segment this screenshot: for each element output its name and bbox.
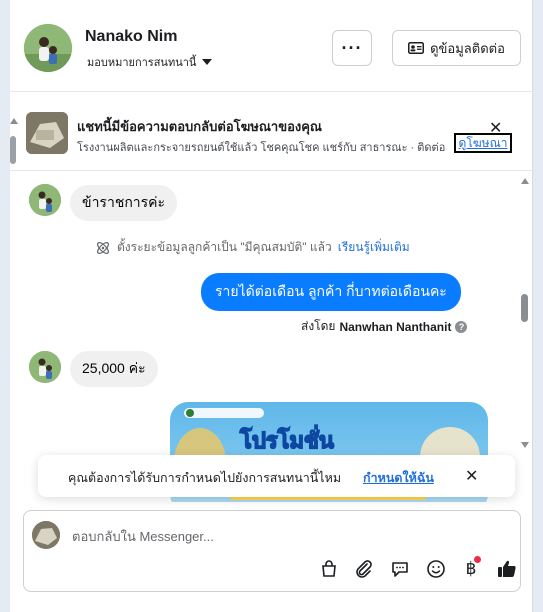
ad-banner-subtitle: โรงงานผลิตและกระจายรถยนต์ใช้แล้ว โชคคุณโ… xyxy=(77,142,446,154)
message-composer: ฿ xyxy=(23,510,521,592)
page-avatar xyxy=(32,521,60,549)
conversation-panel: Nanako Nim มอบหมายการสนทนานี้ ··· ดูข้อม… xyxy=(10,0,533,612)
scroll-down-arrow-icon[interactable] xyxy=(521,442,529,448)
system-note-text: ตั้งระยะข้อมูลลูกค้าเป็น "มีคุณสมบัติ" แ… xyxy=(117,240,332,254)
promo-text: โปรโมชั่น xyxy=(239,424,334,453)
message-text: รายได้ต่อเดือน ลูกค้า กี่บาทต่อเดือนคะ xyxy=(215,283,447,299)
message-scrollbar[interactable] xyxy=(518,172,532,452)
view-ad-link[interactable]: ดูโฆษณา xyxy=(454,133,512,153)
emoji-icon[interactable] xyxy=(424,557,448,581)
scrollbar-thumb[interactable] xyxy=(10,136,16,164)
message-bubble-outgoing[interactable]: รายได้ต่อเดือน ลูกค้า กี่บาทต่อเดือนคะ xyxy=(201,273,461,311)
message-text: 25,000 ค่ะ xyxy=(82,360,146,376)
notification-dot xyxy=(474,556,481,563)
reply-input[interactable] xyxy=(72,525,472,547)
more-options-button[interactable]: ··· xyxy=(332,30,372,66)
customer-avatar[interactable] xyxy=(29,351,61,383)
saved-reply-icon[interactable] xyxy=(388,557,412,581)
contact-card-icon xyxy=(408,42,425,54)
message-bubble-incoming[interactable]: 25,000 ค่ะ xyxy=(70,351,158,387)
message-text: ข้าราชการค่ะ xyxy=(82,194,166,210)
ad-thumbnail[interactable] xyxy=(26,112,68,154)
contact-info-label: ดูข้อมูลติดต่อ xyxy=(430,40,505,56)
message-thread: ข้าราชการค่ะ ตั้งระยะข้อมูลลูกค้าเป็น "ม… xyxy=(10,172,533,502)
shop-bag-icon[interactable] xyxy=(317,557,341,581)
ad-reply-banner: แชทนี้มีข้อความตอบกลับต่อโฆษณาของคุณ โรง… xyxy=(10,93,533,171)
scroll-up-arrow-icon[interactable] xyxy=(10,118,18,124)
contact-name[interactable]: Nanako Nim xyxy=(85,28,177,46)
assign-reminder-toast: คุณต้องการได้รับการกำหนดไปยังการสนทนานี้… xyxy=(38,455,515,497)
conversation-header: Nanako Nim มอบหมายการสนทนานี้ ··· ดูข้อม… xyxy=(10,0,533,92)
sent-by-prefix: ส่งโดย xyxy=(301,319,336,333)
contact-avatar[interactable] xyxy=(24,24,72,72)
toast-text: คุณต้องการได้รับการกำหนดไปยังการสนทนานี้… xyxy=(68,471,342,485)
close-icon[interactable]: ✕ xyxy=(465,466,478,486)
customer-avatar[interactable] xyxy=(29,184,61,216)
like-icon[interactable] xyxy=(495,557,519,581)
assign-conversation-dropdown[interactable]: มอบหมายการสนทนานี้ xyxy=(87,53,213,71)
ad-banner-title: แชทนี้มีข้อความตอบกลับต่อโฆษณาของคุณ xyxy=(77,119,322,134)
close-icon[interactable]: ✕ xyxy=(489,121,502,137)
scroll-up-arrow-icon[interactable] xyxy=(521,178,529,184)
sent-by-label: ส่งโดย Nanwhan Nanthanit ? xyxy=(301,317,468,336)
atom-icon xyxy=(97,241,109,254)
assign-label: มอบหมายการสนทนานี้ xyxy=(87,57,197,69)
attachment-icon[interactable] xyxy=(352,557,376,581)
panel-scrollbar[interactable] xyxy=(10,118,18,166)
more-label: ··· xyxy=(341,37,363,58)
baht-payment-icon[interactable]: ฿ xyxy=(459,556,483,581)
learn-more-link[interactable]: เรียนรู้เพิ่มเติม xyxy=(338,238,410,257)
info-icon[interactable]: ? xyxy=(455,320,468,333)
assign-to-me-link[interactable]: กำหนดให้ฉัน xyxy=(363,468,434,488)
view-contact-info-button[interactable]: ดูข้อมูลติดต่อ xyxy=(392,30,521,66)
sender-name: Nanwhan Nanthanit xyxy=(339,319,452,334)
system-note: ตั้งระยะข้อมูลลูกค้าเป็น "มีคุณสมบัติ" แ… xyxy=(95,238,410,257)
message-bubble-incoming[interactable]: ข้าราชการค่ะ xyxy=(70,185,178,221)
scrollbar-thumb[interactable] xyxy=(521,294,528,322)
caret-down-icon xyxy=(202,59,213,65)
